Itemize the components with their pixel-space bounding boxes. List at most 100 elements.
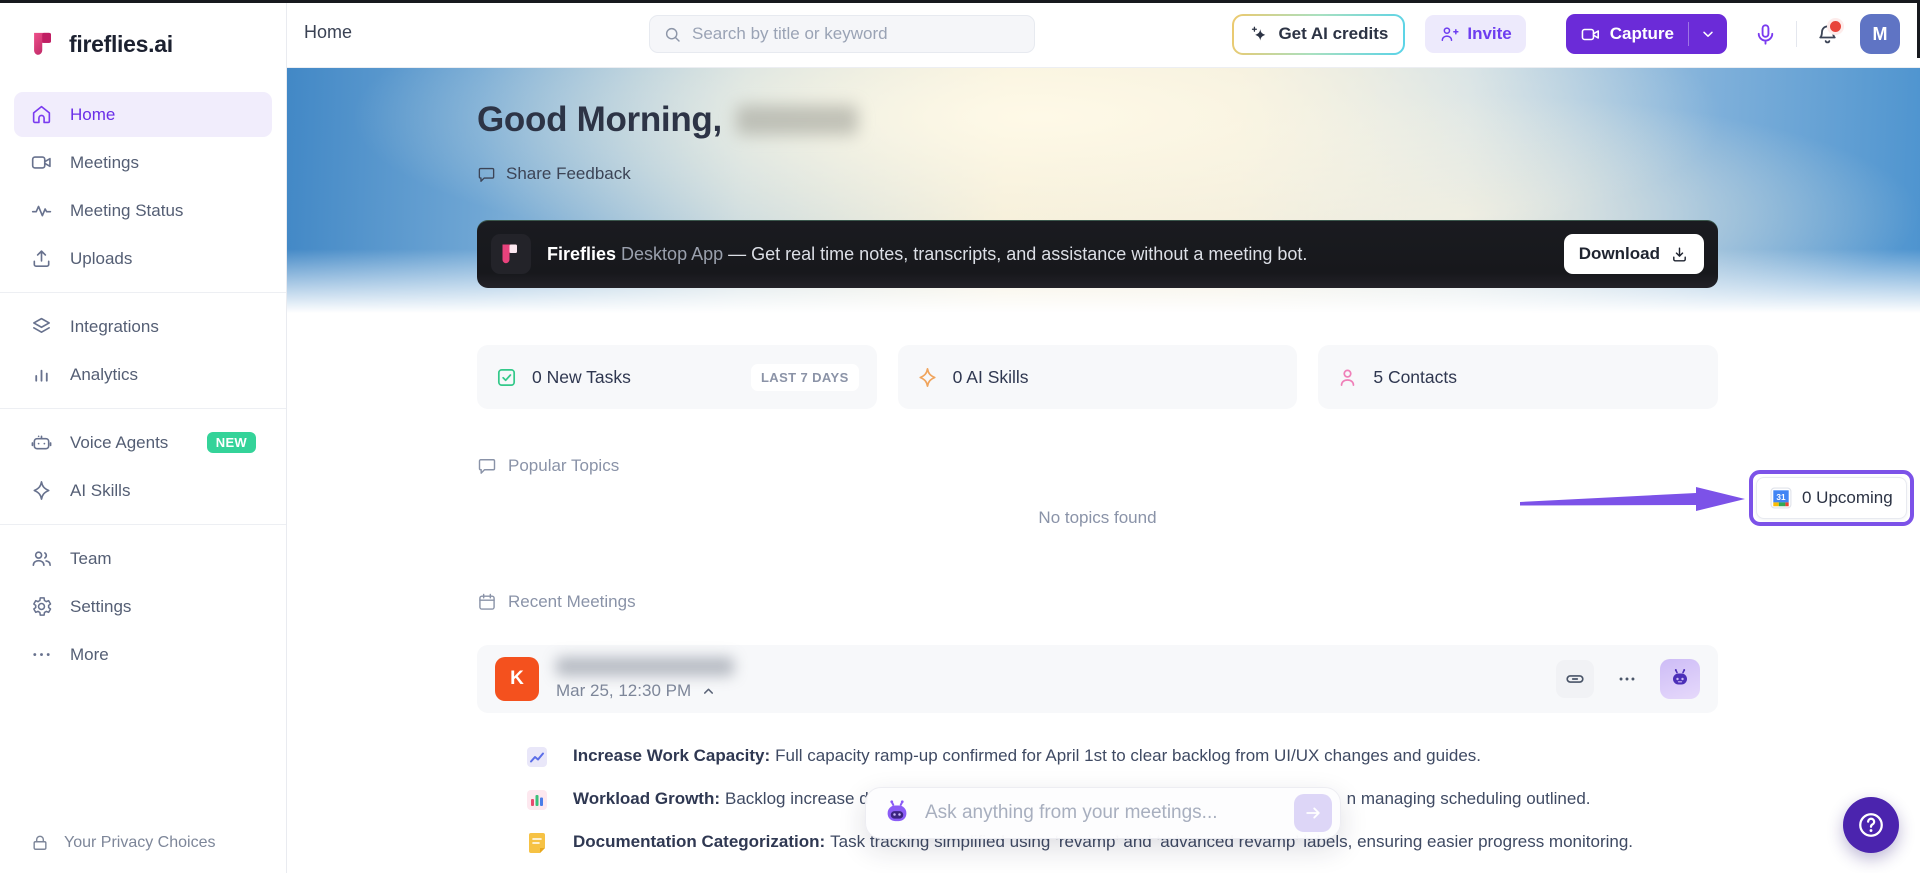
capture-camera-icon xyxy=(1580,24,1601,45)
chevron-down-icon xyxy=(1700,26,1716,42)
copy-link-button[interactable] xyxy=(1556,660,1594,698)
new-tasks-label: 0 New Tasks xyxy=(532,366,631,387)
video-camera-icon xyxy=(30,151,53,174)
more-options-button[interactable] xyxy=(1616,668,1638,690)
chevron-up-icon[interactable] xyxy=(701,684,716,699)
capture-button[interactable]: Capture xyxy=(1566,14,1688,54)
search-input[interactable] xyxy=(692,24,1021,44)
desktop-app-banner: Fireflies Desktop App — Get real time no… xyxy=(477,220,1718,288)
topbar-actions: Get AI credits Invite Capture M xyxy=(1232,0,1900,68)
stats-row: 0 New Tasks LAST 7 DAYS 0 AI Skills 5 Co… xyxy=(477,345,1719,409)
sidebar-item-uploads[interactable]: Uploads xyxy=(14,236,272,281)
user-avatar[interactable]: M xyxy=(1860,14,1900,54)
sidebar-item-label: Home xyxy=(70,104,116,124)
team-icon xyxy=(30,547,53,570)
download-label: Download xyxy=(1578,244,1660,263)
ai-skills-sparkle-icon xyxy=(916,366,939,389)
search-icon xyxy=(663,25,682,44)
ai-skills-card[interactable]: 0 AI Skills xyxy=(897,345,1298,409)
capture-dropdown-button[interactable] xyxy=(1689,14,1727,54)
sidebar-nav: Home Meetings Meeting Status Uploads Int… xyxy=(0,92,286,677)
contacts-card[interactable]: 5 Contacts xyxy=(1318,345,1719,409)
screenshot-top-border xyxy=(0,0,1920,3)
sidebar-divider xyxy=(0,292,286,293)
microphone-icon xyxy=(1753,22,1778,47)
capture-button-group: Capture xyxy=(1565,14,1727,54)
note-body-suffix: n managing scheduling outlined. xyxy=(1346,789,1591,808)
line-chart-note-icon xyxy=(525,745,549,769)
new-tasks-card[interactable]: 0 New Tasks LAST 7 DAYS xyxy=(477,345,877,409)
invite-button[interactable]: Invite xyxy=(1425,15,1526,53)
meeting-row[interactable]: K Mar 25, 12:30 PM xyxy=(477,645,1718,713)
banner-description: — Get real time notes, transcripts, and … xyxy=(728,243,1308,264)
topbar-divider xyxy=(1796,21,1797,47)
contacts-count-label: 5 Contacts xyxy=(1373,366,1457,387)
chat-bubble-icon xyxy=(477,165,496,184)
new-badge: NEW xyxy=(206,432,256,453)
sidebar-item-label: Team xyxy=(70,548,112,568)
svg-text:31: 31 xyxy=(1776,493,1786,502)
calendar-icon xyxy=(477,592,497,612)
fireflies-banner-logo-icon xyxy=(491,234,531,274)
sidebar-item-label: More xyxy=(70,644,109,664)
help-button[interactable] xyxy=(1843,797,1899,853)
sidebar-item-home[interactable]: Home xyxy=(14,92,272,137)
microphone-button[interactable] xyxy=(1753,22,1778,47)
get-ai-credits-button[interactable]: Get AI credits xyxy=(1232,13,1406,55)
get-ai-credits-label: Get AI credits xyxy=(1278,24,1389,43)
last-7-days-chip: LAST 7 DAYS xyxy=(750,363,859,391)
question-mark-icon xyxy=(1856,810,1886,840)
search-box[interactable] xyxy=(649,15,1035,53)
sidebar-item-label: Meetings xyxy=(70,152,139,172)
ask-ai-input[interactable] xyxy=(925,802,1281,824)
banner-text: Fireflies Desktop App — Get real time no… xyxy=(547,244,1307,265)
ask-bot-icon xyxy=(882,798,912,828)
bot-icon xyxy=(1668,667,1692,691)
privacy-choices-label: Your Privacy Choices xyxy=(64,834,216,851)
main-content: Good Morning, Share Feedback Fireflies D… xyxy=(287,68,1920,873)
brand-logo[interactable]: fireflies.ai xyxy=(0,0,286,58)
topics-bubble-icon xyxy=(477,456,497,476)
meeting-info: Mar 25, 12:30 PM xyxy=(556,657,734,701)
sticky-note-icon xyxy=(525,831,549,855)
download-button[interactable]: Download xyxy=(1563,234,1704,274)
sidebar-divider xyxy=(0,524,286,525)
brand-name: fireflies.ai xyxy=(69,30,173,57)
layers-icon xyxy=(30,315,53,338)
upcoming-meetings-button[interactable]: 31 0 Upcoming xyxy=(1756,477,1907,519)
sidebar-item-analytics[interactable]: Analytics xyxy=(14,352,272,397)
share-feedback-label: Share Feedback xyxy=(506,164,631,183)
sidebar-item-ai-skills[interactable]: AI Skills xyxy=(14,468,272,513)
note-body-prefix: Backlog increase d xyxy=(725,789,869,808)
redacted-meeting-title xyxy=(556,657,734,676)
topbar: Home Get AI credits Invite Capture xyxy=(287,0,1920,68)
sidebar: fireflies.ai Home Meetings Meeting Statu… xyxy=(0,0,287,873)
ask-send-button[interactable] xyxy=(1294,794,1332,832)
sidebar-item-voice-agents[interactable]: Voice Agents NEW xyxy=(14,420,272,465)
banner-brand: Fireflies xyxy=(547,243,617,264)
notifications-button[interactable] xyxy=(1815,17,1844,47)
sidebar-item-label: Uploads xyxy=(70,248,133,268)
note-title: Documentation Categorization: xyxy=(573,832,826,851)
ellipsis-icon xyxy=(1616,668,1638,690)
fireflies-logo-icon xyxy=(30,30,58,58)
meeting-bot-button[interactable] xyxy=(1660,659,1700,699)
share-feedback-link[interactable]: Share Feedback xyxy=(477,164,631,184)
sidebar-item-more[interactable]: More xyxy=(14,632,272,677)
privacy-choices-link[interactable]: Your Privacy Choices xyxy=(30,833,215,853)
sidebar-item-label: Settings xyxy=(70,596,132,616)
sidebar-item-meetings[interactable]: Meetings xyxy=(14,140,272,185)
sidebar-divider xyxy=(0,408,286,409)
redacted-user-name xyxy=(735,105,858,135)
sidebar-item-integrations[interactable]: Integrations xyxy=(14,304,272,349)
download-icon xyxy=(1670,245,1689,264)
sidebar-item-meeting-status[interactable]: Meeting Status xyxy=(14,188,272,233)
app-window: fireflies.ai Home Meetings Meeting Statu… xyxy=(0,0,1920,873)
sidebar-item-label: Analytics xyxy=(70,364,139,384)
sidebar-item-team[interactable]: Team xyxy=(14,536,272,581)
upcoming-label: 0 Upcoming xyxy=(1802,488,1893,507)
page-title: Good Morning, xyxy=(477,100,722,139)
sidebar-item-settings[interactable]: Settings xyxy=(14,584,272,629)
ask-ai-bar xyxy=(865,787,1341,839)
person-plus-icon xyxy=(1439,24,1459,44)
